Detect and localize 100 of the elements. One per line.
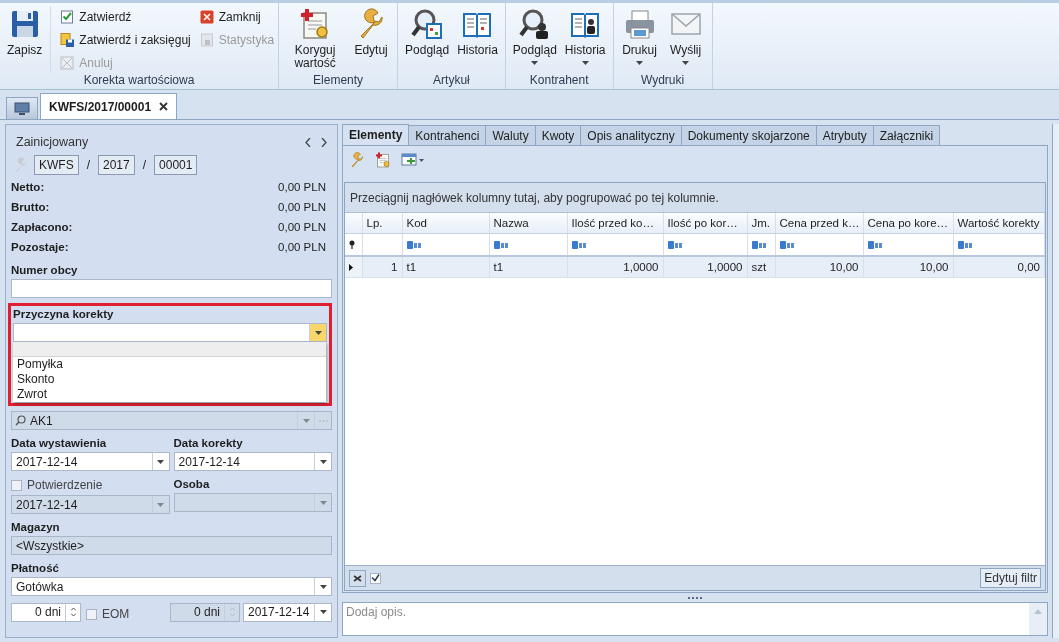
caret-icon [319,584,327,589]
edit-filter-button[interactable]: Edytuj filtr [980,568,1041,588]
current-row-icon [349,264,353,271]
column-header[interactable]: Ilość przed ko… [567,213,663,234]
column-header[interactable]: Cena przed k… [775,213,863,234]
column-header[interactable]: Kod [402,213,489,234]
caret-icon [157,459,164,464]
checkbox-label[interactable]: EOM [86,607,130,621]
ribbon-group-label: Kontrahent [529,73,589,89]
input-field[interactable] [11,279,332,298]
field-label: Data wystawienia [11,437,108,449]
magnifier-person-icon [518,8,551,40]
close-box-icon [198,8,215,25]
summary-label: Netto: [11,181,45,193]
text-filter-icon[interactable] [571,240,588,249]
wrench-icon [349,152,365,168]
separator-text: / [85,158,91,172]
spin-field[interactable]: 0 dni [11,602,81,622]
tab[interactable]: Dokumenty skojarzone [680,125,817,145]
ribbon-button[interactable]: Historia [454,6,501,73]
checkbox[interactable] [11,479,22,491]
summary-label: Zapłacono: [11,221,73,233]
checkbox[interactable] [86,608,97,620]
summary-value: 0,00 PLN [278,241,326,253]
text-filter-icon[interactable] [957,240,974,249]
ribbon-group-label: Artykuł [433,73,470,89]
separator-text: / [141,158,148,172]
caret-icon [314,330,322,335]
number-field[interactable]: KWFS [34,155,79,175]
ribbon-group-label: Korekta wartościowa [83,73,195,89]
text-filter-icon[interactable] [779,240,796,249]
dropdown-field[interactable]: Gotówka [11,577,332,596]
ribbon-button[interactable]: Podgląd [509,6,560,73]
text-filter-icon[interactable] [406,240,423,249]
tab[interactable]: Opis analityczny [580,125,682,145]
checkbox-label[interactable]: Potwierdzenie [11,478,170,492]
number-field[interactable]: 00001 [154,155,198,175]
document-tab[interactable]: KWFS/2017/00001 [40,93,178,119]
search-icon [15,415,26,426]
column-header[interactable]: Nazwa [489,213,567,234]
previous-icon[interactable] [305,137,311,147]
summary-value: 0,00 PLN [278,201,326,213]
monitor-icon [14,101,30,116]
ribbon-group-label: Wydruki [640,73,685,89]
column-header[interactable]: Cena po kore… [863,213,953,234]
scrollbar[interactable] [1052,124,1059,638]
clear-filter-icon[interactable] [349,569,366,587]
text-filter-icon[interactable] [667,240,684,249]
ribbon-button[interactable]: Edytuj [349,6,394,73]
splitter-grip-icon[interactable] [688,596,702,599]
field-label: Przyczyna korekty [13,308,115,320]
dropdown-option[interactable]: Zwrot [13,387,326,402]
ribbon-button[interactable]: Wyślij [663,6,708,73]
chart-icon [198,31,215,48]
tab[interactable]: Załączniki [872,125,941,145]
number-field[interactable]: 2017 [98,155,135,175]
ribbon-button[interactable]: Historia [561,6,609,73]
caret-icon [319,459,327,464]
column-header[interactable]: Lp. [362,213,402,234]
date-field[interactable]: 2017-12-14 [243,602,332,622]
status-text: Zainicjowany [16,135,89,149]
ribbon-button[interactable]: Zamknij [198,6,275,27]
checklist-icon [59,8,76,25]
close-icon[interactable] [159,102,169,111]
dropdown-option[interactable]: Skonto [13,372,326,387]
next-icon[interactable] [321,137,327,147]
column-header[interactable]: Wartość korekty [953,213,1045,234]
date-field[interactable]: 2017-12-14 [11,452,170,471]
dropdown-option[interactable]: Pomyłka [13,357,326,372]
date-field[interactable]: 2017-12-14 [173,452,332,471]
summary-value: 0,00 PLN [278,181,326,193]
dropdown-field[interactable] [13,323,327,342]
ribbon-button[interactable]: Podgląd [402,6,453,73]
grid-export-icon[interactable] [401,152,425,168]
text-filter-icon[interactable] [751,240,768,249]
ribbon-button[interactable]: Drukuj [617,6,662,73]
tab[interactable]: Kontrahenci [408,125,487,145]
printer-icon [623,8,656,40]
summary-value: 0,00 PLN [278,221,326,233]
field-label: Data korekty [173,437,244,449]
column-header[interactable]: Ilość po kor… [663,213,747,234]
tab[interactable]: Waluty [485,125,536,145]
home-tab[interactable] [6,97,38,119]
ribbon-button[interactable]: Zapisz [4,6,52,73]
text-filter-icon[interactable] [867,240,884,249]
summary-label: Pozostaje: [11,241,69,253]
pin-icon [349,239,355,249]
checkbox[interactable] [370,572,381,584]
summary-label: Brutto: [11,201,50,213]
tab[interactable]: Kwoty [534,125,582,145]
ribbon-button[interactable]: Zatwierdź i zaksięguj [59,29,191,50]
text-filter-icon[interactable] [493,240,510,249]
caret-icon [319,610,327,614]
caret-icon [157,502,164,507]
ribbon-button[interactable]: Zatwierdź [59,6,191,27]
spin-arrows-icon[interactable] [70,607,76,617]
ribbon-button[interactable]: Koryguj wartość [283,6,348,73]
column-header[interactable]: Jm. [747,213,775,234]
tab[interactable]: Elementy [342,124,410,145]
tab[interactable]: Atrybuty [815,125,874,145]
